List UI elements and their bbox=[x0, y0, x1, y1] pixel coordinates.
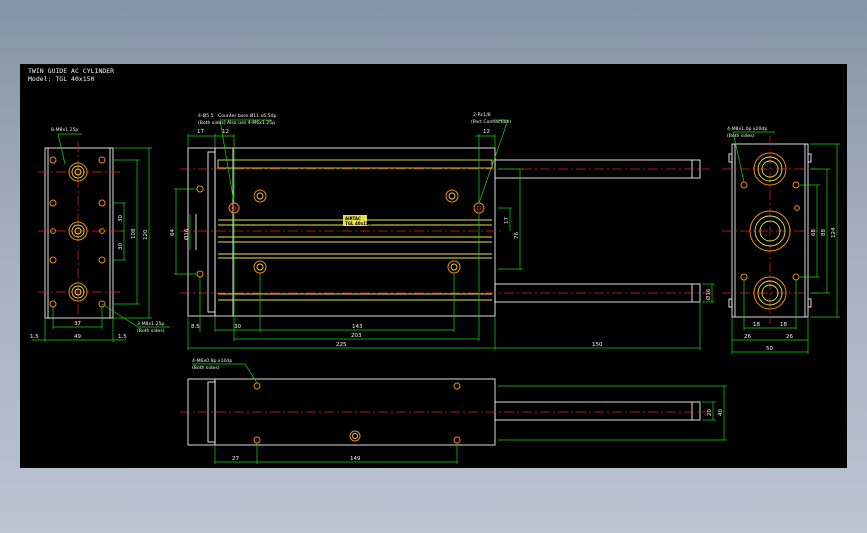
svg-text:1.5: 1.5 bbox=[118, 334, 127, 340]
svg-text:150: 150 bbox=[592, 342, 603, 348]
svg-text:12: 12 bbox=[222, 129, 229, 135]
svg-text:(Both sides): (Both sides) bbox=[192, 365, 220, 371]
svg-text:149: 149 bbox=[350, 456, 361, 462]
svg-text:12: 12 bbox=[483, 129, 490, 135]
svg-text:68: 68 bbox=[811, 229, 817, 236]
cad-drawing-canvas[interactable]: TWIN GUIDE AC CYLINDER Model: TGL 40x150… bbox=[20, 64, 847, 468]
svg-text:30: 30 bbox=[234, 324, 241, 330]
svg-text:124: 124 bbox=[831, 227, 837, 238]
svg-text:64: 64 bbox=[170, 229, 176, 236]
svg-text:50: 50 bbox=[766, 346, 773, 352]
svg-text:1.5: 1.5 bbox=[30, 334, 39, 340]
svg-text:225: 225 bbox=[336, 342, 347, 348]
svg-text:Ø16: Ø16 bbox=[705, 288, 712, 300]
svg-text:88: 88 bbox=[821, 229, 827, 236]
svg-text:26: 26 bbox=[744, 334, 751, 340]
svg-text:27: 27 bbox=[232, 456, 239, 462]
front-view: AIRTAC TGL 40x150 4-Ø5.5 Counter bore Ø1… bbox=[170, 112, 715, 350]
svg-text:(Both sides) Also use 4-M6x1.2: (Both sides) Also use 4-M6x1.25p bbox=[198, 120, 275, 126]
svg-text:TGL 40x150: TGL 40x150 bbox=[345, 221, 372, 226]
svg-text:120: 120 bbox=[143, 229, 149, 240]
model-number: Model: TGL 40x150 bbox=[28, 75, 95, 83]
left-end-view: 8-M8x1.25p 30 30 108 120 37 49 1.5 1.5 3… bbox=[30, 127, 170, 342]
note-left-view-bottom: 3-M8x1.25p bbox=[137, 321, 164, 327]
svg-text:18: 18 bbox=[780, 322, 787, 328]
svg-text:30: 30 bbox=[118, 243, 124, 250]
svg-text:17: 17 bbox=[197, 129, 204, 135]
svg-text:37: 37 bbox=[74, 321, 81, 327]
cad-drawing: TWIN GUIDE AC CYLINDER Model: TGL 40x150… bbox=[28, 67, 840, 464]
note-front-top-right: 2-Rc1/8 bbox=[473, 112, 491, 118]
svg-text:40: 40 bbox=[718, 409, 724, 416]
svg-text:49: 49 bbox=[74, 334, 81, 340]
svg-text:Counter bore Ø11 x6.5dp: Counter bore Ø11 x6.5dp bbox=[218, 112, 276, 119]
svg-text:Ø16: Ø16 bbox=[183, 228, 190, 240]
right-end-view: 4-M8x1.0p x20dp (Both sides) 68 88 124 1… bbox=[722, 126, 840, 354]
svg-text:30: 30 bbox=[118, 215, 124, 222]
svg-text:17: 17 bbox=[504, 217, 510, 224]
note-left-view-top: 8-M8x1.25p bbox=[51, 127, 78, 133]
svg-text:203: 203 bbox=[351, 333, 362, 339]
bottom-view: 4-M6x0.8p x10dp (Both sides) 20 40 27 14… bbox=[180, 358, 727, 464]
drawing-title: TWIN GUIDE AC CYLINDER bbox=[28, 67, 114, 75]
svg-text:(Port Connection): (Port Connection) bbox=[471, 119, 511, 125]
svg-text:18: 18 bbox=[753, 322, 760, 328]
svg-text:143: 143 bbox=[352, 324, 363, 330]
svg-text:108: 108 bbox=[131, 228, 137, 239]
note-right-view-top: 4-M8x1.0p x20dp bbox=[727, 126, 767, 132]
svg-text:76: 76 bbox=[514, 232, 520, 239]
svg-text:(Both sides): (Both sides) bbox=[727, 133, 755, 139]
svg-text:26: 26 bbox=[786, 334, 793, 340]
svg-text:20: 20 bbox=[707, 409, 713, 416]
note-bottom-view: 4-M6x0.8p x10dp bbox=[192, 358, 232, 364]
note-front-top-left: 4-Ø5.5 bbox=[198, 112, 214, 119]
svg-text:8.5: 8.5 bbox=[191, 324, 200, 330]
svg-text:(Both sides): (Both sides) bbox=[137, 328, 165, 334]
